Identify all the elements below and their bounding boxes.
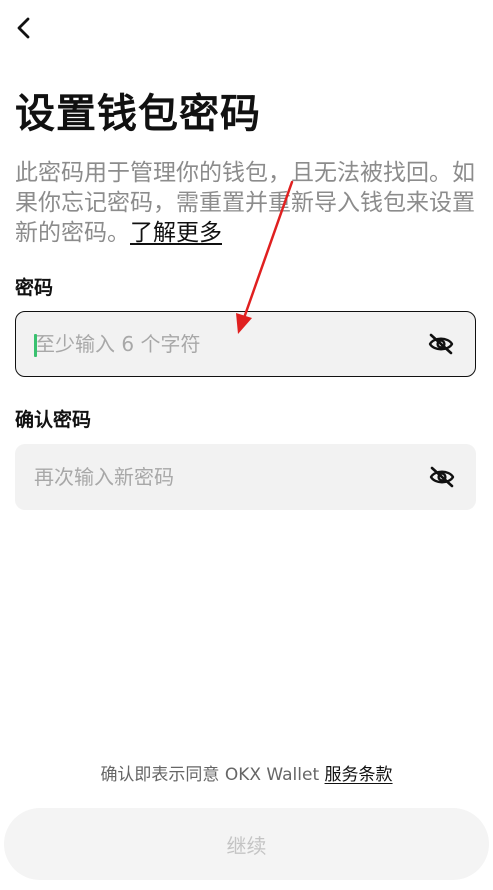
password-label: 密码 (15, 277, 54, 299)
chevron-left-icon (17, 17, 30, 39)
password-input[interactable] (16, 312, 419, 376)
terms-prefix: 确认即表示同意 OKX Wallet (100, 765, 325, 785)
description-text: 此密码用于管理你的钱包，且无法被找回。如果你忘记密码，需重置并重新导入钱包来设置… (15, 160, 475, 246)
text-cursor (34, 334, 37, 357)
confirm-visibility-toggle[interactable] (420, 455, 464, 499)
continue-button[interactable]: 继续 (4, 808, 489, 880)
confirm-password-input[interactable] (15, 444, 420, 510)
eye-off-icon (428, 333, 454, 355)
learn-more-link[interactable]: 了解更多 (130, 220, 222, 246)
eye-off-icon (429, 466, 455, 488)
confirm-password-field[interactable] (15, 444, 476, 510)
terms-of-service-link[interactable]: 服务条款 (325, 765, 393, 785)
terms-notice: 确认即表示同意 OKX Wallet 服务条款 (0, 760, 493, 785)
page-title: 设置钱包密码 (15, 91, 261, 137)
back-button[interactable] (8, 12, 40, 44)
password-field[interactable] (15, 311, 476, 377)
page-description: 此密码用于管理你的钱包，且无法被找回。如果你忘记密码，需重置并重新导入钱包来设置… (15, 158, 480, 248)
confirm-password-label: 确认密码 (15, 409, 92, 431)
password-visibility-toggle[interactable] (419, 322, 463, 366)
